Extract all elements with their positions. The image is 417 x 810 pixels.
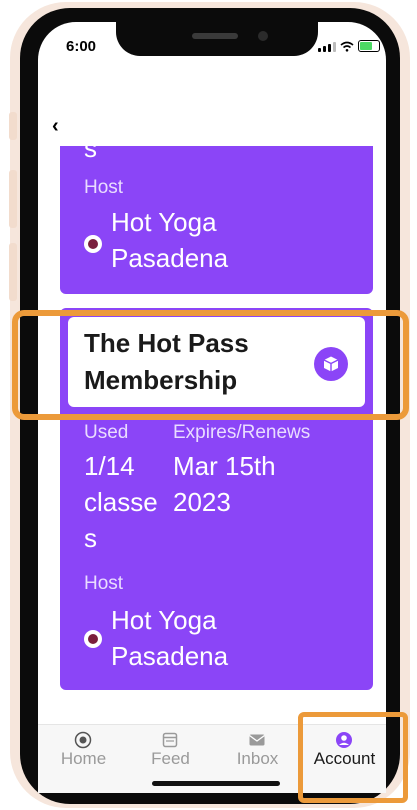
expires-value: Mar 15th 2023 — [173, 451, 276, 517]
previous-membership-card: s Host Hot Yoga Pasadena — [60, 133, 373, 294]
home-indicator — [152, 781, 280, 786]
used-label: Used — [84, 422, 129, 443]
host-label: Host — [84, 573, 124, 594]
battery-icon — [358, 40, 380, 52]
signal-icon — [318, 42, 336, 52]
host-name[interactable]: Hot Yoga Pasadena — [111, 204, 228, 276]
status-time: 6:00 — [66, 38, 97, 55]
camera — [258, 31, 268, 41]
side-button — [9, 112, 17, 140]
host-logo-icon — [84, 630, 102, 648]
card-partial-text: s — [84, 133, 97, 163]
tab-label: Home — [60, 749, 107, 768]
side-button — [9, 243, 17, 301]
account-highlight — [298, 712, 408, 803]
notch — [116, 22, 318, 56]
host-logo-icon — [84, 235, 102, 253]
title-highlight — [12, 310, 409, 420]
side-button — [9, 170, 17, 228]
tab-label: Inbox — [236, 749, 279, 768]
inbox-icon — [249, 734, 265, 746]
status-icons — [318, 40, 380, 52]
used-value: 1/14 classe s — [84, 451, 158, 553]
host-name[interactable]: Hot Yoga Pasadena — [111, 602, 228, 674]
host-label: Host — [84, 177, 124, 198]
back-button[interactable]: ‹ — [52, 115, 59, 138]
expires-label: Expires/Renews — [173, 422, 311, 443]
tab-home[interactable]: Home — [40, 725, 127, 793]
tab-label: Feed — [151, 749, 190, 768]
feed-icon — [162, 732, 178, 748]
speaker — [192, 33, 238, 39]
home-icon — [74, 731, 92, 749]
wifi-icon — [340, 41, 354, 52]
